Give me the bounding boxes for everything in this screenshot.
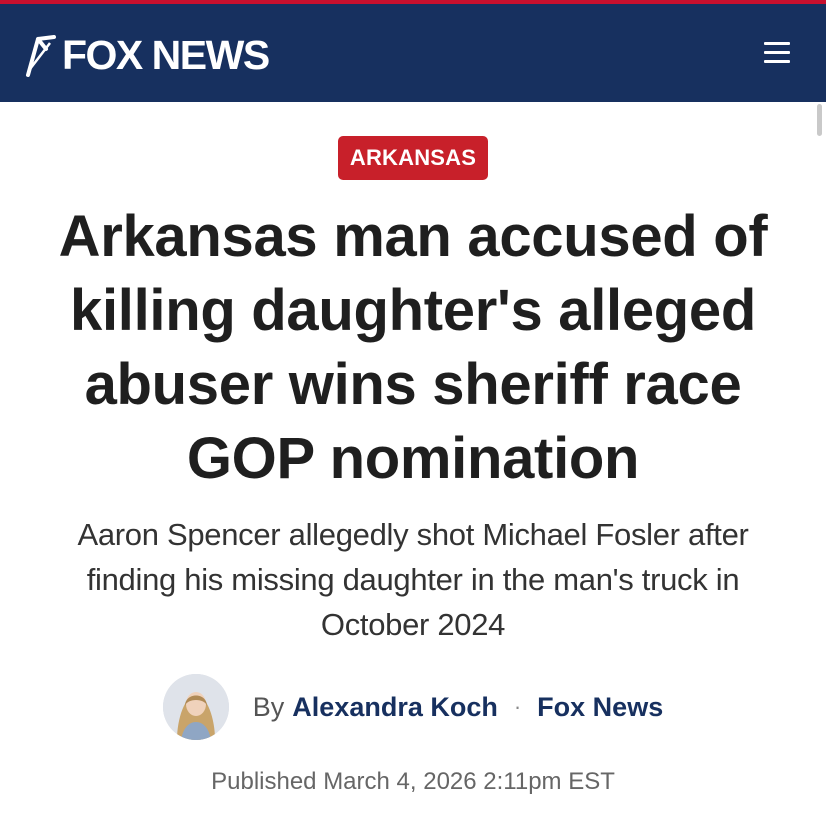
- scrollbar-thumb[interactable]: [817, 104, 822, 136]
- article-headline: Arkansas man accused of killing daughter…: [58, 204, 768, 491]
- fox-news-logo[interactable]: FOX NEWS: [24, 30, 270, 80]
- hamburger-menu-icon[interactable]: [764, 42, 790, 66]
- category-badge[interactable]: ARKANSAS: [337, 136, 489, 180]
- article-subheadline: Aaron Spencer allegedly shot Michael Fos…: [77, 517, 749, 642]
- logo-text: FOX NEWS: [62, 31, 270, 78]
- fox-news-searchlight-icon: [26, 35, 56, 77]
- site-header: FOX NEWS: [0, 4, 826, 102]
- author-link[interactable]: Alexandra Koch: [292, 692, 498, 723]
- category-badge-container: ARKANSAS: [0, 136, 826, 180]
- byline: By Alexandra Koch · Fox News: [0, 672, 826, 742]
- published-timestamp: Published March 4, 2026 2:11pm EST: [211, 768, 615, 795]
- author-portrait-icon: [162, 674, 229, 740]
- outlet-link[interactable]: Fox News: [537, 692, 663, 723]
- byline-separator: ·: [513, 694, 522, 719]
- byline-prefix: By: [252, 691, 285, 722]
- author-avatar[interactable]: [162, 674, 229, 740]
